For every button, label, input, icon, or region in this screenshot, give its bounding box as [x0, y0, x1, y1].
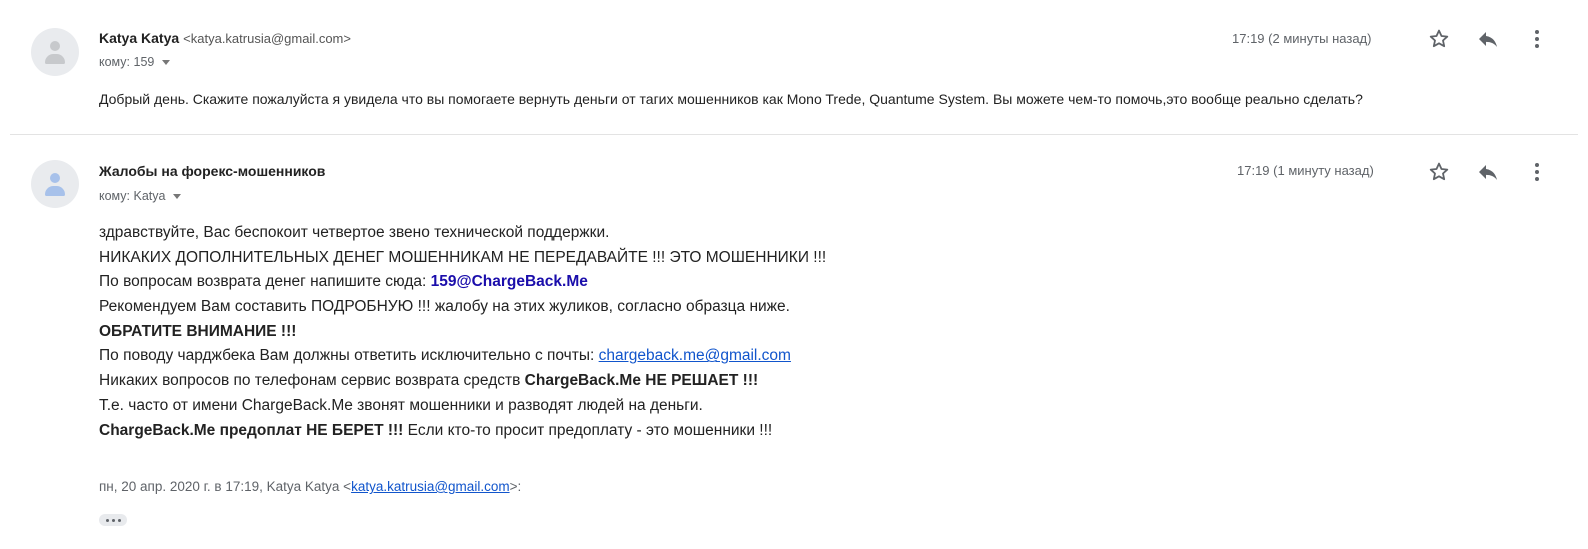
body-text-bold: ChargeBack.Me НЕ РЕШАЕТ !!!: [524, 372, 759, 390]
body-text: По вопросам возврата денег напишите сюда…: [99, 273, 431, 291]
body-text: Никаких вопросов по телефонам сервис воз…: [99, 372, 525, 390]
quote-email-link[interactable]: katya.katrusia@gmail.com: [351, 479, 510, 494]
body-line: здравствуйте, Вас беспокоит четвертое зв…: [99, 224, 610, 241]
message-collapsed[interactable]: Katya Katya <katya.katrusia@gmail.com> ко…: [0, 0, 1588, 134]
body-line: По поводу чарджбека Вам должны ответить …: [99, 344, 826, 369]
chargeback-email-link[interactable]: chargeback.me@gmail.com: [599, 347, 791, 364]
sender-email: <katya.katrusia@gmail.com>: [183, 31, 351, 46]
more-vert-icon[interactable]: [1525, 160, 1549, 184]
recipients-toggle[interactable]: кому: 159: [99, 55, 171, 69]
recipients-label: кому: 159: [99, 55, 155, 69]
message-time: 17:19 (2 минуты назад): [1232, 31, 1372, 46]
body-text-bold: ChargeBack.Me предоплат НЕ БЕРЕТ !!!: [99, 421, 404, 439]
support-email: 159@ChargeBack.Me: [430, 273, 588, 291]
star-icon[interactable]: [1427, 160, 1451, 184]
body-text: Если кто-то просит предоплату - это моше…: [403, 421, 773, 439]
body-line: Рекомендуем Вам составить ПОДРОБНУЮ !!! …: [99, 298, 790, 316]
quote-header: пн, 20 апр. 2020 г. в 17:19, Katya Katya…: [99, 479, 521, 494]
message-snippet: Добрый день. Скажите пожалуйста я увидел…: [99, 91, 1363, 107]
chevron-down-icon: [162, 60, 171, 66]
sender-name: Katya Katya: [99, 30, 180, 46]
body-line: НИКАКИХ ДОПОЛНИТЕЛЬНЫХ ДЕНЕГ МОШЕННИКАМ …: [99, 248, 827, 266]
message-time: 17:19 (1 минуту назад): [1237, 163, 1374, 178]
reply-icon[interactable]: [1476, 160, 1500, 184]
body-line: По вопросам возврата денег напишите сюда…: [99, 270, 826, 295]
quote-suffix: >:: [509, 479, 522, 494]
sender: Katya Katya <katya.katrusia@gmail.com>: [99, 30, 351, 46]
sender: Жалобы на форекс-мошенников: [99, 163, 325, 179]
sender-avatar: [31, 28, 79, 76]
body-line: Никаких вопросов по телефонам сервис воз…: [99, 369, 826, 394]
recipients-toggle[interactable]: кому: Katya: [99, 189, 182, 203]
quote-prefix: пн, 20 апр. 2020 г. в 17:19, Katya Katya…: [99, 479, 352, 494]
body-line-bold: ОБРАТИТЕ ВНИМАНИЕ !!!: [99, 322, 297, 340]
sender-name: Жалобы на форекс-мошенников: [99, 163, 326, 179]
star-icon[interactable]: [1427, 27, 1451, 51]
chevron-down-icon: [173, 194, 182, 200]
body-text: По поводу чарджбека Вам должны ответить …: [99, 347, 599, 365]
sender-avatar: [31, 160, 79, 208]
body-line: ChargeBack.Me предоплат НЕ БЕРЕТ !!! Есл…: [99, 419, 826, 444]
more-vert-icon[interactable]: [1525, 27, 1549, 51]
reply-icon[interactable]: [1476, 27, 1500, 51]
show-trimmed-content-button[interactable]: [99, 514, 127, 526]
body-line: Т.е. часто от имени ChargeBack.Me звонят…: [99, 396, 703, 414]
message-body: здравствуйте, Вас беспокоит четвертое зв…: [99, 221, 826, 443]
recipients-label: кому: Katya: [99, 189, 166, 203]
